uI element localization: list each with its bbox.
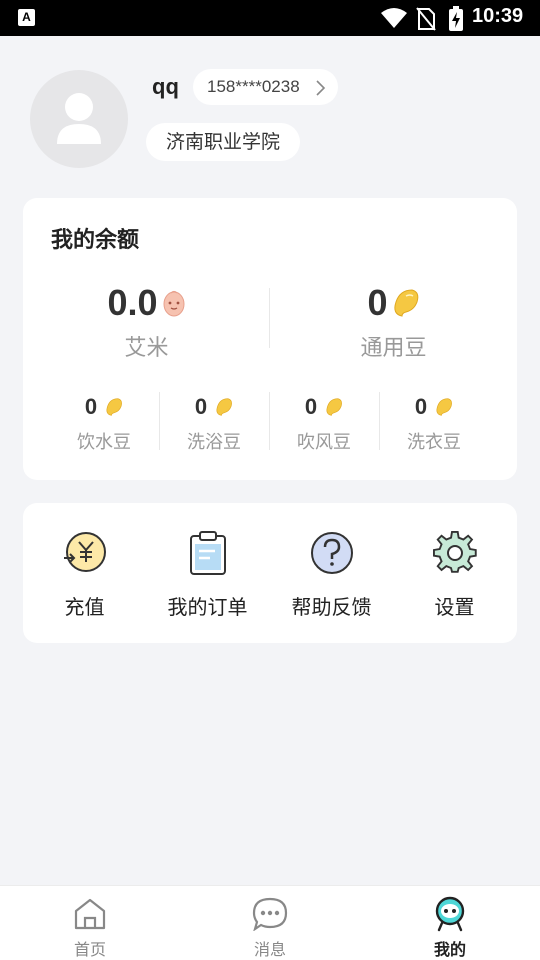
- help-feedback-button[interactable]: 帮助反馈: [270, 529, 393, 620]
- chevron-right-icon: [316, 80, 326, 96]
- aimi-egg-icon: [163, 290, 185, 317]
- gear-icon: [432, 531, 477, 573]
- shower-bean-balance[interactable]: 0 洗浴豆: [159, 394, 269, 454]
- my-orders-label: 我的订单: [167, 595, 248, 619]
- laundry-bean-balance[interactable]: 0 洗衣豆: [379, 394, 489, 454]
- battery-charging-icon: [449, 6, 463, 31]
- balance-title: 我的余额: [51, 228, 140, 253]
- hairdryer-bean-value: 0: [304, 394, 318, 419]
- my-orders-button[interactable]: 我的订单: [146, 529, 269, 620]
- general-bean-label: 通用豆: [360, 336, 427, 361]
- shower-bean-label: 洗浴豆: [187, 432, 241, 453]
- laundry-bean-value: 0: [414, 394, 428, 419]
- no-sim-icon: [416, 7, 436, 31]
- status-time: 10:39: [472, 5, 524, 27]
- bean-icon: [436, 398, 453, 416]
- drinking-bean-balance[interactable]: 0 饮水豆: [49, 394, 159, 454]
- menu-card: 充值 我的订单 帮助反馈 设置: [23, 503, 517, 643]
- nav-home[interactable]: 首页: [0, 896, 180, 960]
- settings-label: 设置: [434, 595, 475, 619]
- clipboard-icon: [189, 531, 226, 575]
- wifi-icon: [381, 8, 407, 28]
- aimi-value: 0.0: [107, 282, 158, 323]
- drinking-bean-value: 0: [84, 394, 98, 419]
- nav-messages[interactable]: 消息: [180, 896, 360, 960]
- nav-home-label: 首页: [73, 940, 106, 959]
- general-bean-value: 0: [367, 282, 388, 323]
- phone-pill[interactable]: 158****0238: [193, 69, 338, 105]
- nav-messages-label: 消息: [253, 940, 286, 959]
- recharge-label: 充值: [64, 595, 105, 619]
- bean-icon: [106, 398, 123, 416]
- school-pill[interactable]: 济南职业学院: [146, 123, 300, 161]
- robot-avatar-icon: [435, 896, 465, 932]
- settings-button[interactable]: 设置: [393, 529, 516, 620]
- hairdryer-bean-balance[interactable]: 0 吹风豆: [269, 394, 379, 454]
- user-silhouette-icon: [57, 93, 101, 144]
- home-icon: [74, 898, 106, 930]
- bean-icon: [216, 398, 233, 416]
- bottom-nav: 首页 消息 我的: [0, 885, 540, 960]
- help-feedback-label: 帮助反馈: [291, 595, 372, 619]
- recharge-yen-icon: [63, 532, 106, 572]
- nav-mine-label: 我的: [433, 940, 466, 959]
- recharge-button[interactable]: 充值: [23, 529, 146, 620]
- username: qq: [152, 74, 179, 99]
- help-question-icon: [310, 532, 353, 574]
- drinking-bean-label: 饮水豆: [77, 432, 131, 453]
- shower-bean-value: 0: [194, 394, 208, 419]
- status-bar: A 10:39: [0, 0, 540, 36]
- app-notification-icon: A: [18, 9, 35, 26]
- general-bean-balance[interactable]: 0 通用豆: [270, 282, 517, 362]
- bean-icon: [326, 398, 343, 416]
- avatar[interactable]: [30, 70, 128, 168]
- bean-icon: [393, 289, 418, 317]
- hairdryer-bean-label: 吹风豆: [297, 432, 351, 453]
- aimi-balance[interactable]: 0.0 艾米: [23, 282, 270, 362]
- aimi-label: 艾米: [124, 336, 169, 361]
- nav-mine[interactable]: 我的: [360, 896, 540, 960]
- phone-number: 158****0238: [207, 77, 300, 96]
- laundry-bean-label: 洗衣豆: [407, 432, 461, 453]
- balance-card: 我的余额 0.0 艾米 0 通用豆 0 饮水豆 0 洗浴豆 0 吹风豆 0 洗衣…: [23, 198, 517, 480]
- message-icon: [252, 897, 288, 931]
